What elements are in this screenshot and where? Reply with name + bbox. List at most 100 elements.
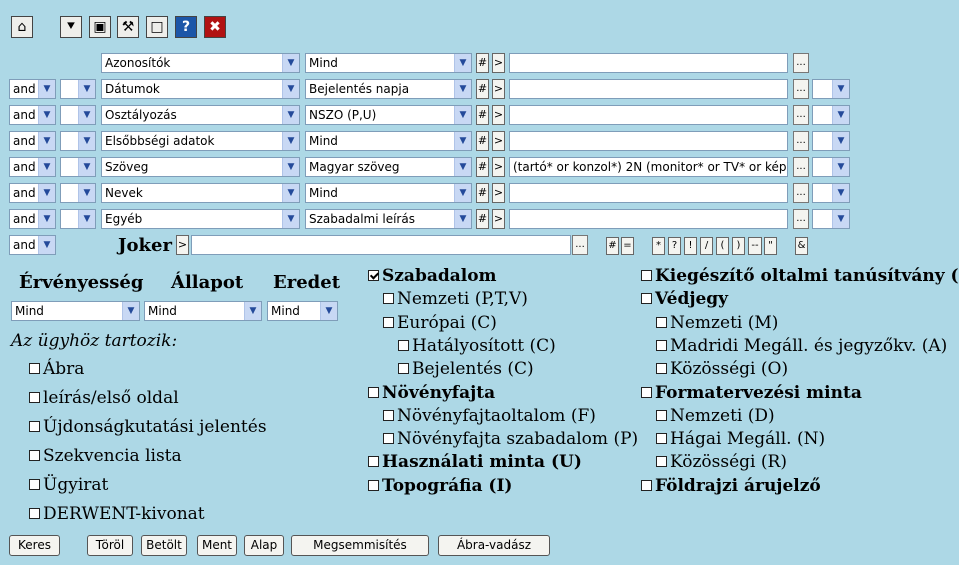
field-select[interactable]: Nevek ▼ <box>101 183 300 203</box>
action-button[interactable]: Keres <box>9 535 60 556</box>
lookup-button[interactable]: ... <box>793 157 809 177</box>
subfield-select[interactable]: Magyar szöveg ▼ <box>305 157 472 177</box>
ip-type-option[interactable]: Hatályosított (C) <box>398 336 556 356</box>
checkbox[interactable] <box>368 479 379 491</box>
checkbox[interactable] <box>398 363 409 375</box>
field-select[interactable]: Egyéb ▼ <box>101 209 300 229</box>
checkbox[interactable] <box>29 421 40 432</box>
case-item[interactable]: Szekvencia lista <box>29 446 182 466</box>
checkbox[interactable] <box>383 409 394 421</box>
hash-button[interactable]: # <box>476 79 489 99</box>
checkbox[interactable] <box>656 433 667 445</box>
validity-select[interactable]: Mind ▼ <box>11 301 140 321</box>
search-value-input[interactable] <box>509 183 788 203</box>
operator-select[interactable]: and ▼ <box>9 131 56 151</box>
checkbox[interactable] <box>656 316 667 328</box>
hash-button[interactable]: # <box>476 105 489 125</box>
action-button[interactable]: Betölt <box>141 535 187 556</box>
checkbox[interactable] <box>656 339 667 351</box>
qualifier-select[interactable]: ▼ <box>812 105 850 125</box>
checkbox[interactable] <box>383 433 394 445</box>
lookup-button[interactable]: ... <box>793 53 809 73</box>
ip-type-option[interactable]: Európai (C) <box>383 313 497 333</box>
action-button[interactable]: Megsemmisítés <box>291 535 429 556</box>
negation-select[interactable]: ▼ <box>60 183 96 203</box>
negation-select[interactable]: ▼ <box>60 131 96 151</box>
open-button[interactable]: > <box>492 209 505 229</box>
joker-operator-button[interactable]: ! <box>684 237 697 255</box>
joker-open-button[interactable]: > <box>176 235 189 255</box>
filter-icon[interactable]: ⯆ <box>60 16 82 38</box>
open-button[interactable]: > <box>492 79 505 99</box>
field-select[interactable]: Azonosítók ▼ <box>101 53 300 73</box>
open-button[interactable]: > <box>492 157 505 177</box>
case-item[interactable]: Újdonságkutatási jelentés <box>29 417 267 437</box>
checkbox[interactable] <box>29 508 40 519</box>
checkbox[interactable] <box>368 456 379 468</box>
joker-operator-button[interactable]: " <box>764 237 777 255</box>
ip-type-option[interactable]: Védjegy <box>641 289 728 309</box>
ip-type-option[interactable]: Növényfajta <box>368 383 495 403</box>
case-item[interactable]: Ügyirat <box>29 475 108 495</box>
ip-type-option[interactable]: Hágai Megáll. (N) <box>656 429 825 449</box>
checkbox[interactable] <box>656 363 667 375</box>
negation-select[interactable]: ▼ <box>60 157 96 177</box>
subfield-select[interactable]: NSZO (P,U) ▼ <box>305 105 472 125</box>
ip-type-option[interactable]: Közösségi (O) <box>656 359 788 379</box>
qualifier-select[interactable]: ▼ <box>812 157 850 177</box>
subfield-select[interactable]: Mind ▼ <box>305 53 472 73</box>
operator-select[interactable]: and ▼ <box>9 183 56 203</box>
case-item[interactable]: leírás/első oldal <box>29 388 179 408</box>
field-select[interactable]: Osztályozás ▼ <box>101 105 300 125</box>
checkbox[interactable] <box>368 386 379 398</box>
hash-button[interactable]: # <box>476 183 489 203</box>
subfield-select[interactable]: Bejelentés napja ▼ <box>305 79 472 99</box>
field-select[interactable]: Dátumok ▼ <box>101 79 300 99</box>
checkbox[interactable] <box>656 456 667 468</box>
hash-button[interactable]: # <box>476 131 489 151</box>
tools-icon[interactable]: ⚒ <box>117 16 139 38</box>
joker-operator-button[interactable]: ) <box>732 237 745 255</box>
subfield-select[interactable]: Szabadalmi leírás ▼ <box>305 209 472 229</box>
negation-select[interactable]: ▼ <box>60 105 96 125</box>
joker-equals-button[interactable]: = <box>621 237 634 255</box>
operator-select[interactable]: and ▼ <box>9 79 56 99</box>
open-button[interactable]: > <box>492 105 505 125</box>
joker-operator-button[interactable]: / <box>700 237 713 255</box>
lookup-button[interactable]: ... <box>793 131 809 151</box>
action-button[interactable]: Töröl <box>87 535 133 556</box>
joker-input[interactable] <box>191 235 571 255</box>
search-value-input[interactable] <box>509 79 788 99</box>
checkbox[interactable] <box>641 293 652 305</box>
joker-operator-button[interactable]: -- <box>748 237 762 255</box>
checkbox[interactable] <box>641 479 652 491</box>
window-icon[interactable]: □ <box>146 16 168 38</box>
field-select[interactable]: Szöveg ▼ <box>101 157 300 177</box>
open-button[interactable]: > <box>492 131 505 151</box>
ip-type-option[interactable]: Szabadalom <box>368 266 497 286</box>
checkbox[interactable] <box>29 450 40 461</box>
checkbox[interactable] <box>29 363 40 374</box>
open-button[interactable]: > <box>492 53 505 73</box>
operator-select[interactable]: and ▼ <box>9 105 56 125</box>
action-button[interactable]: Alap <box>244 535 284 556</box>
qualifier-select[interactable]: ▼ <box>812 79 850 99</box>
ip-type-option[interactable]: Bejelentés (C) <box>398 359 534 379</box>
action-button[interactable]: Ábra-vadász <box>438 535 550 556</box>
checkbox[interactable] <box>641 386 652 398</box>
joker-operator-button[interactable]: * <box>652 237 665 255</box>
joker-amp-button[interactable]: & <box>795 237 808 255</box>
qualifier-select[interactable]: ▼ <box>812 183 850 203</box>
joker-operator-select[interactable]: and ▼ <box>9 235 56 255</box>
case-item[interactable]: DERWENT-kivonat <box>29 504 205 524</box>
checkbox[interactable] <box>29 479 40 490</box>
close-icon[interactable]: ✖ <box>204 16 226 38</box>
ip-type-option[interactable]: Növényfajta szabadalom (P) <box>383 429 638 449</box>
negation-select[interactable]: ▼ <box>60 209 96 229</box>
ip-type-option[interactable]: Növényfajtaoltalom (F) <box>383 406 596 426</box>
checkbox[interactable] <box>29 392 40 403</box>
joker-operator-button[interactable]: ? <box>668 237 681 255</box>
state-select[interactable]: Mind ▼ <box>144 301 262 321</box>
joker-operator-button[interactable]: ( <box>716 237 729 255</box>
home-icon[interactable]: ⌂ <box>11 16 33 38</box>
